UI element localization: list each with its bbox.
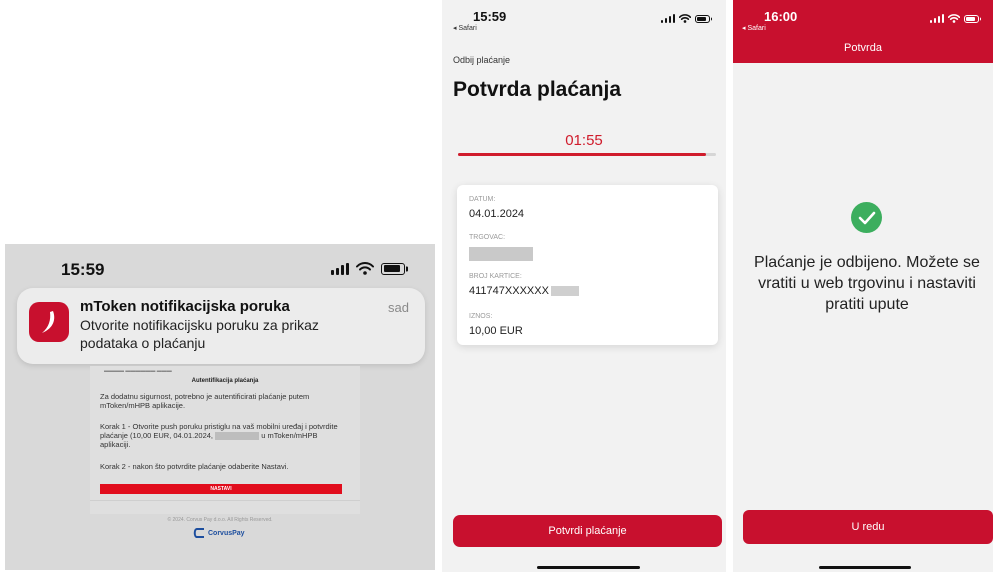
corvuspay-brand: CorvusPay	[208, 529, 245, 537]
home-indicator	[819, 566, 911, 569]
date-label: DATUM:	[469, 196, 496, 203]
wifi-icon	[948, 14, 960, 23]
battery-icon	[381, 262, 408, 275]
home-indicator	[537, 566, 640, 569]
doc-paragraph-3: Korak 2 - nakon što potvrdite plaćanje o…	[100, 462, 289, 471]
card-number-redacted	[550, 286, 579, 297]
amount-value: 10,00 EUR	[469, 325, 523, 337]
cellular-signal-icon	[331, 262, 349, 275]
result-message: Plaćanje je odbijeno. Možete se vratiti …	[754, 254, 980, 313]
back-to-safari-link[interactable]: ◂ Safari	[742, 24, 766, 32]
countdown-progress-fill	[458, 153, 706, 156]
divider	[90, 500, 360, 501]
notification-time: sad	[388, 300, 409, 315]
card-number-text: 411747XXXXXX	[469, 285, 549, 297]
header-title: Potvrda	[844, 42, 882, 54]
back-to-safari-link[interactable]: ◂ Safari	[453, 24, 477, 32]
status-time: 16:00	[764, 9, 798, 24]
page-title: Potvrda plaćanja	[453, 78, 622, 101]
doc-copyright: © 2024. Corvus Pay d.o.o. All Rights Res…	[167, 517, 273, 523]
lock-screen: 15:59 mToken notifikacijska poruka sad O…	[5, 244, 435, 570]
continue-button[interactable]: NASTAVI	[100, 484, 342, 494]
doc-heading: Autentifikacija plaćanja	[191, 378, 259, 384]
reject-payment-link[interactable]: Odbij plaćanje	[453, 55, 510, 65]
battery-icon	[695, 14, 712, 23]
battery-icon	[964, 14, 981, 23]
doc-header-blurred: ▬▬▬▬ ▬▬▬▬▬▬ ▬▬▬	[104, 368, 172, 374]
status-bar: 15:59	[5, 244, 435, 288]
payment-details-card: DATUM: 04.01.2024 TRGOVAC: BROJ KARTICE:…	[457, 185, 718, 345]
wifi-icon	[679, 14, 691, 23]
countdown-progress-bar	[458, 153, 716, 156]
corvuspay-logo: CorvusPay	[193, 528, 245, 538]
merchant-redacted	[469, 247, 533, 261]
date-value: 04.01.2024	[469, 208, 525, 220]
cellular-signal-icon	[930, 14, 944, 23]
mtoken-app-icon	[29, 302, 69, 342]
payment-result-screen: 16:00 ◂ Safari Potvrda Plaćanje je odbij…	[733, 0, 993, 572]
countdown-timer: 01:55	[565, 132, 603, 149]
push-notification[interactable]: mToken notifikacijska poruka sad Otvorit…	[17, 288, 425, 364]
status-time: 15:59	[473, 9, 507, 24]
corvuspay-mark-icon	[193, 528, 204, 538]
amount-label: IZNOS:	[469, 313, 493, 320]
checkmark-icon	[851, 202, 882, 233]
doc-paragraph-2: Korak 1 - Otvorite push poruku pristiglu…	[100, 422, 340, 449]
card-number-value: 411747XXXXXX	[469, 285, 579, 297]
notification-body: Otvorite notifikacijsku poruku za prikaz…	[80, 317, 319, 351]
card-number-label: BROJ KARTICE:	[469, 273, 522, 280]
notification-title: mToken notifikacijska poruka	[80, 298, 290, 315]
redacted-block	[215, 432, 260, 441]
status-icons	[661, 14, 712, 23]
status-icons	[930, 14, 981, 23]
doc-paragraph-1: Za dodatnu sigurnost, potrebno je autent…	[100, 392, 310, 410]
authentication-page: ▬▬▬▬ ▬▬▬▬▬▬ ▬▬▬ Autentifikacija plaćanja…	[90, 366, 360, 514]
merchant-label: TRGOVAC:	[469, 234, 506, 241]
ok-button[interactable]: U redu	[743, 510, 993, 544]
status-icons	[331, 262, 408, 275]
confirm-payment-button[interactable]: Potvrdi plaćanje	[453, 515, 722, 547]
confirm-payment-screen: 15:59 ◂ Safari Odbij plaćanje Potvrda pl…	[442, 0, 726, 572]
cellular-signal-icon	[661, 14, 675, 23]
status-time: 15:59	[61, 260, 105, 279]
header-bar: 16:00 ◂ Safari Potvrda	[733, 0, 993, 63]
wifi-icon	[356, 262, 374, 275]
